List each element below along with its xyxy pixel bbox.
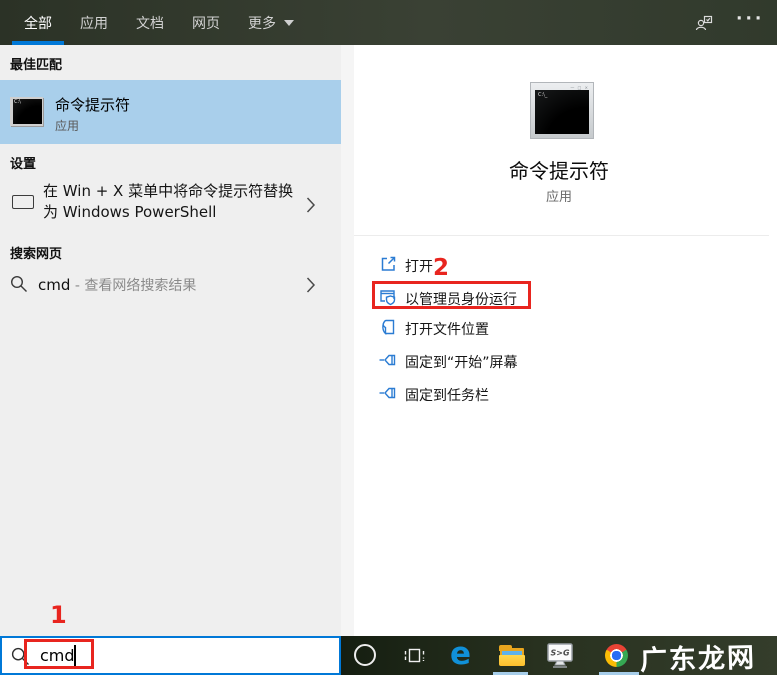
chevron-down-icon [284, 19, 294, 26]
search-results-panel: 最佳匹配 C:\ 命令提示符 应用 设置 在 Win + X 菜单中将命令提示符… [0, 45, 341, 636]
tab-web-label: 网页 [192, 15, 220, 32]
pin-icon [378, 383, 398, 403]
tab-documents-label: 文档 [136, 15, 164, 32]
taskbar: e S>G 广东龙网 [341, 636, 777, 675]
cmd-app-icon-large: — □ × C:\_ [530, 82, 594, 139]
tab-all[interactable]: 全部 [12, 0, 64, 45]
action-open[interactable]: 打开 [341, 250, 777, 280]
result-detail-panel: — □ × C:\_ 命令提示符 应用 打开 以管理员身份运行 打开文件位置 固… [341, 45, 777, 636]
result-command-prompt[interactable]: C:\ 命令提示符 应用 [0, 80, 341, 144]
detail-divider [354, 235, 769, 236]
action-open-label: 打开 [405, 259, 433, 275]
watermark-text: 广东龙网 [639, 642, 757, 675]
screentogif-label: S>G [550, 649, 569, 658]
chrome-icon[interactable] [605, 644, 628, 667]
cmd-icon-prompt-text: C:\_ [538, 92, 548, 98]
result-title: 命令提示符 [55, 96, 131, 114]
result-settings-winx-powershell[interactable]: 在 Win + X 菜单中将命令提示符替换为 Windows PowerShel… [0, 177, 341, 237]
file-explorer-icon[interactable] [499, 645, 525, 666]
annotation-step-2: 2 [433, 255, 450, 281]
feedback-icon[interactable] [695, 14, 713, 32]
search-filter-tabs: 全部 应用 文档 网页 更多 ··· [0, 0, 777, 45]
tab-apps-label: 应用 [80, 15, 108, 32]
windows-search-flyout: 全部 应用 文档 网页 更多 ··· 最佳匹配 C:\ 命令提示符 应用 设置 … [0, 0, 777, 675]
tab-more[interactable]: 更多 [236, 0, 306, 45]
file-location-icon [378, 317, 398, 337]
result-web-search-cmd[interactable]: cmd - 查看网络搜索结果 [0, 267, 341, 303]
settings-result-label: 在 Win + X 菜单中将命令提示符替换为 Windows PowerShel… [43, 182, 294, 221]
window-icon [12, 195, 34, 209]
action-pin-to-taskbar[interactable]: 固定到任务栏 [341, 379, 777, 409]
annotation-step-1: 1 [50, 601, 67, 629]
cortana-icon[interactable] [354, 644, 376, 666]
chevron-right-icon[interactable] [306, 196, 316, 214]
action-pin-to-start[interactable]: 固定到“开始”屏幕 [341, 346, 777, 376]
detail-app-subtitle: 应用 [545, 190, 572, 205]
more-options-icon[interactable]: ··· [736, 9, 764, 29]
action-pin-to-taskbar-label: 固定到任务栏 [405, 388, 489, 404]
annotation-box-run-as-admin [372, 281, 531, 309]
chevron-right-icon[interactable] [306, 276, 316, 294]
search-web-header: 搜索网页 [10, 247, 63, 262]
task-view-icon[interactable] [404, 645, 425, 666]
detail-app-title: 命令提示符 [509, 159, 609, 183]
action-open-file-location[interactable]: 打开文件位置 [341, 313, 777, 343]
search-icon [10, 275, 28, 293]
tab-all-label: 全部 [24, 15, 52, 32]
annotation-box-search-query [24, 639, 94, 669]
tab-web[interactable]: 网页 [180, 0, 232, 45]
web-search-query: cmd [38, 276, 71, 294]
pin-icon [378, 350, 398, 370]
open-icon [378, 254, 398, 274]
tab-more-label: 更多 [248, 15, 276, 32]
result-subtitle: 应用 [55, 119, 80, 133]
tab-documents[interactable]: 文档 [124, 0, 176, 45]
web-search-suffix: - 查看网络搜索结果 [70, 278, 197, 294]
action-open-file-location-label: 打开文件位置 [405, 322, 489, 338]
tab-apps[interactable]: 应用 [68, 0, 120, 45]
web-search-label: cmd - 查看网络搜索结果 [38, 275, 196, 295]
screentogif-icon[interactable]: S>G [545, 642, 575, 669]
cmd-icon-prompt-text: C:\ [14, 99, 21, 105]
settings-header: 设置 [10, 157, 37, 172]
action-pin-to-start-label: 固定到“开始”屏幕 [405, 355, 518, 371]
edge-icon[interactable]: e [450, 639, 471, 670]
best-match-header: 最佳匹配 [10, 58, 63, 73]
cmd-app-icon: C:\ [10, 97, 43, 126]
